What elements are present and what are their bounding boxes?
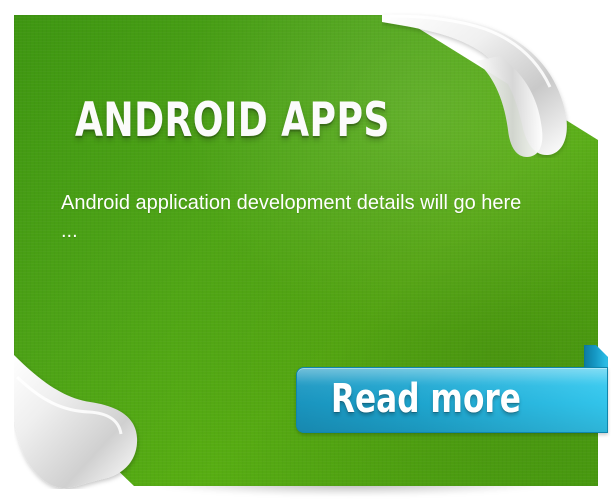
promo-title: ANDROID APPS bbox=[75, 93, 390, 148]
promo-description: Android application development details … bbox=[61, 192, 522, 242]
bottom-left-page-curl-icon bbox=[14, 355, 138, 489]
read-more-label: Read more bbox=[331, 376, 521, 422]
android-apps-promo: ANDROID APPS Android application develop… bbox=[0, 0, 616, 504]
top-right-page-curl-icon bbox=[382, 14, 567, 157]
read-more-button[interactable]: Read more bbox=[296, 367, 608, 433]
